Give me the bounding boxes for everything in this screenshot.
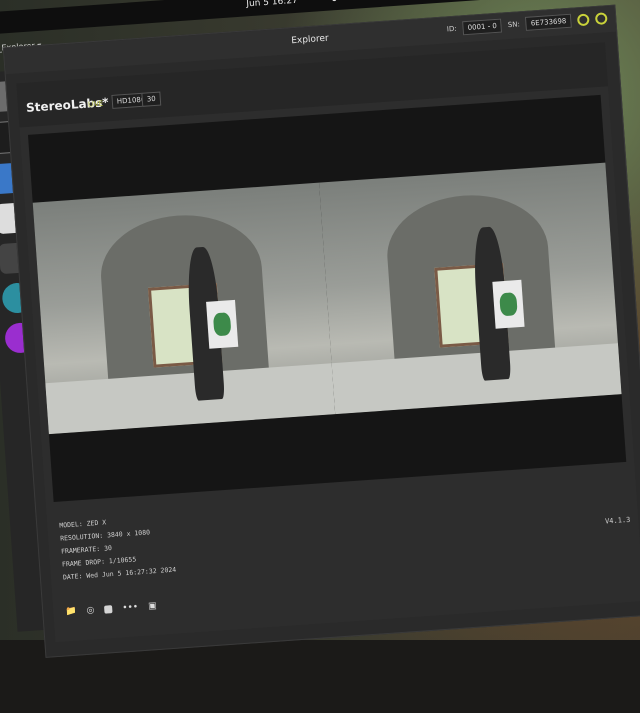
record-icon[interactable]: ◎ [86, 605, 95, 616]
stop-icon[interactable] [104, 605, 113, 614]
version-label: V4.1.3 [604, 515, 631, 526]
notification-dot-icon [332, 0, 337, 2]
framerate-select[interactable]: 30 [141, 91, 162, 107]
refresh-icon[interactable] [576, 13, 590, 27]
camera-snapshot-icon[interactable]: ▣ [148, 601, 157, 612]
id-label: ID: [446, 24, 457, 34]
live-indicator: LIVE [87, 99, 104, 109]
camera-info: MODEL: ZED X RESOLUTION: 3840 x 1080 FRA… [59, 512, 177, 585]
camera-id-select[interactable]: 0001 - 0 [462, 18, 503, 36]
folder-icon[interactable]: 📁 [65, 607, 77, 618]
explorer-app: StereoLabs* LIVE HD1080 30 MODEL: ZED X … [16, 42, 640, 643]
screen: Jun 5 16:27 ZED_Explorer ▾ Explorer ID: … [0, 0, 640, 713]
left-camera-view [32, 182, 336, 435]
settings-gear-icon[interactable] [594, 12, 608, 26]
sn-label: SN: [507, 20, 521, 30]
video-viewport [27, 94, 627, 502]
topbar-clock[interactable]: Jun 5 16:27 [246, 0, 298, 9]
explorer-window: Explorer ID: 0001 - 0 SN: 6E733698 Stere… [2, 4, 640, 658]
stereo-video-feed [32, 162, 622, 435]
bottom-toolbar: 📁 ◎ ••• ▣ [65, 601, 157, 617]
right-camera-view [319, 162, 622, 415]
serial-number-field: 6E733698 [525, 13, 572, 31]
record-dots-icon[interactable]: ••• [122, 602, 139, 613]
